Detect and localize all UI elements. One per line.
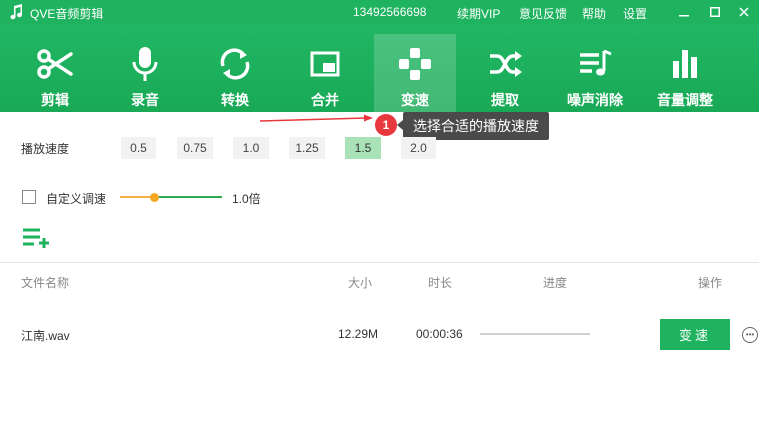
guide-tooltip: 选择合适的播放速度 (403, 112, 549, 140)
column-header-name: 文件名称 (21, 276, 70, 290)
column-header-progress: 进度 (543, 276, 568, 290)
file-progress-bar (480, 333, 590, 335)
column-header-action: 操作 (698, 276, 723, 290)
speed-option-1.0[interactable]: 1.0 (233, 137, 269, 159)
add-list-icon[interactable] (22, 227, 52, 249)
custom-speed-value: 1.0倍 (232, 192, 261, 206)
file-duration: 00:00:36 (416, 327, 463, 341)
speed-option-1.5[interactable]: 1.5 (345, 137, 381, 159)
custom-speed-checkbox[interactable] (22, 190, 36, 204)
change-speed-button[interactable]: 变速 (660, 319, 730, 350)
speed-option-0.75[interactable]: 0.75 (177, 137, 213, 159)
speed-option-0.5[interactable]: 0.5 (121, 137, 156, 159)
speed-option-1.25[interactable]: 1.25 (289, 137, 325, 159)
column-header-duration: 时长 (428, 276, 453, 290)
table-divider (0, 262, 759, 263)
speed-label: 播放速度 (21, 142, 70, 156)
slider-track (154, 196, 222, 198)
column-header-size: 大小 (348, 276, 373, 290)
speed-option-2.0[interactable]: 2.0 (401, 137, 436, 159)
slider-thumb[interactable] (150, 193, 160, 202)
ellipsis-icon[interactable]: ••• (742, 327, 758, 343)
custom-speed-label: 自定义调速 (46, 192, 107, 206)
file-size: 12.29M (338, 327, 379, 341)
custom-speed-slider[interactable] (120, 190, 224, 204)
callout-arrow (259, 114, 403, 130)
step-badge: 1 (375, 114, 397, 136)
file-name: 江南.wav (21, 329, 70, 343)
